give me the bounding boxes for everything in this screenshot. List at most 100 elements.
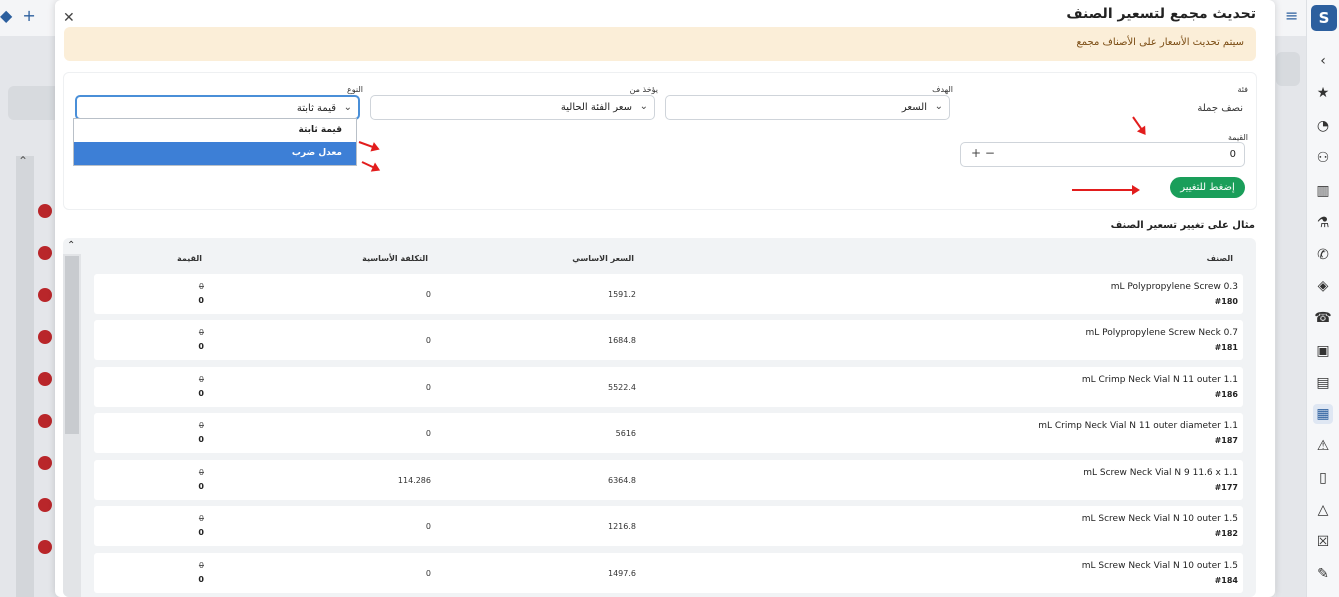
- item-name: mL Screw Neck Vial N 10 outer 1.5: [1081, 561, 1238, 571]
- type-select-value: قيمة ثابتة: [296, 103, 336, 114]
- flask-icon[interactable]: ⚗: [1313, 213, 1333, 233]
- annotation-arrow: [1072, 185, 1140, 195]
- new-value: 0: [198, 482, 204, 491]
- status-dot: [38, 540, 52, 554]
- star-icon[interactable]: ★: [1313, 83, 1333, 103]
- table-row: mL Screw Neck Vial N 9 11.6 x 1.1 #177 636…: [94, 460, 1243, 500]
- background-right-panel: [1276, 36, 1306, 597]
- modal-title: تحديث مجمع لتسعير الصنف: [1066, 6, 1256, 22]
- old-value: 0: [198, 468, 204, 477]
- status-dot: [38, 288, 52, 302]
- type-option-selected[interactable]: معدل ضرب: [74, 142, 356, 165]
- status-dot: [38, 414, 52, 428]
- telephone-icon[interactable]: ☎: [1313, 308, 1333, 328]
- warning-icon[interactable]: ⚠: [1313, 436, 1333, 456]
- item-name: mL Polypropylene Screw 0.3: [1110, 282, 1238, 292]
- item-name: mL Polypropylene Screw Neck 0.7: [1085, 328, 1238, 338]
- type-dropdown-menu: قيمة ثابتة معدل ضرب: [73, 118, 357, 166]
- briefcase-icon[interactable]: ▤: [1313, 373, 1333, 393]
- device-icon[interactable]: ▯: [1313, 468, 1333, 488]
- bulk-pricing-modal: تحديث مجمع لتسعير الصنف ✕ سيتم تحديث الأ…: [55, 0, 1275, 597]
- background-tile: [8, 86, 60, 120]
- chevron-up-icon[interactable]: ⌃: [18, 154, 28, 168]
- base-cost: 114.286: [397, 476, 431, 485]
- base-price: 1497.6: [608, 569, 636, 578]
- base-cost: 0: [425, 290, 431, 299]
- mountain-icon[interactable]: △: [1313, 500, 1333, 520]
- scrollbar-thumb[interactable]: [65, 256, 79, 434]
- source-label: يؤخذ من: [629, 85, 658, 94]
- base-price: 1684.8: [608, 336, 636, 345]
- example-section-title: مثال على تغيير تسعير الصنف: [1110, 220, 1255, 231]
- status-dot: [38, 456, 52, 470]
- target-select[interactable]: السعر ⌄: [665, 95, 950, 120]
- item-name: mL Crimp Neck Vial N 11 outer 1.1: [1081, 375, 1238, 385]
- status-dot: [38, 498, 52, 512]
- calendar-x-icon[interactable]: ☒: [1313, 532, 1333, 552]
- table-row: mL Crimp Neck Vial N 11 outer 1.1 #186 552…: [94, 367, 1243, 407]
- status-dot: [38, 372, 52, 386]
- item-name: mL Screw Neck Vial N 9 11.6 x 1.1: [1083, 468, 1238, 478]
- base-price: 5616: [615, 429, 636, 438]
- calendar-check-icon[interactable]: ▣: [1313, 341, 1333, 361]
- table-row: mL Crimp Neck Vial N 11 outer diameter 1…: [94, 413, 1243, 453]
- item-code: #177: [1214, 483, 1238, 492]
- apply-change-button[interactable]: إضغط للتغيير: [1170, 177, 1245, 198]
- cash-icon[interactable]: ▦: [1313, 404, 1333, 424]
- example-table: ⌃ الصنف السعر الاساسي التكلفة الأساسية ا…: [63, 238, 1256, 597]
- new-value: 0: [198, 389, 204, 398]
- type-label: النوع: [347, 85, 363, 94]
- status-dot: [38, 204, 52, 218]
- new-value: 0: [198, 296, 204, 305]
- status-dot: [38, 330, 52, 344]
- source-select[interactable]: سعر الفئة الحالية ⌄: [370, 95, 655, 120]
- header-base-price: السعر الاساسي: [572, 254, 634, 263]
- base-price: 6364.8: [608, 476, 636, 485]
- table-row: mL Screw Neck Vial N 10 outer 1.5 #184 149…: [94, 553, 1243, 593]
- old-value: 0: [198, 514, 204, 523]
- table-row: mL Polypropylene Screw Neck 0.7 #181 1684.…: [94, 320, 1243, 360]
- item-code: #184: [1214, 576, 1238, 585]
- old-value: 0: [198, 561, 204, 570]
- item-code: #181: [1214, 343, 1238, 352]
- table-row: mL Polypropylene Screw 0.3 #180 1591.2 0 0 0: [94, 274, 1243, 314]
- base-cost: 0: [425, 522, 431, 531]
- hamburger-icon[interactable]: ≡: [1285, 6, 1298, 25]
- new-value: 0: [198, 575, 204, 584]
- plus-minus-icon[interactable]: + −: [971, 146, 995, 160]
- edit-icon[interactable]: ✎: [1313, 564, 1333, 584]
- header-item: الصنف: [1206, 254, 1233, 263]
- base-cost: 0: [425, 569, 431, 578]
- close-icon[interactable]: ✕: [63, 10, 75, 26]
- background-list: ⌃: [0, 36, 60, 597]
- info-alert: سيتم تحديث الأسعار على الأصناف مجمع: [64, 27, 1256, 61]
- gauge-icon[interactable]: ◔: [1313, 116, 1333, 136]
- new-value: 0: [198, 528, 204, 537]
- amount-input[interactable]: 0: [1230, 149, 1236, 160]
- brand-small-icon[interactable]: ◆: [0, 6, 12, 25]
- brand-logo[interactable]: S: [1311, 5, 1337, 31]
- type-select[interactable]: قيمة ثابتة ⌄: [75, 95, 360, 120]
- table-scrollbar[interactable]: [63, 254, 81, 597]
- status-dot: [38, 246, 52, 260]
- phone-icon[interactable]: ✆: [1313, 245, 1333, 265]
- item-name: mL Screw Neck Vial N 10 outer 1.5: [1081, 514, 1238, 524]
- target-select-value: السعر: [901, 102, 927, 113]
- chevron-left-icon[interactable]: ‹: [1313, 51, 1333, 71]
- chevron-down-icon: ⌄: [343, 102, 352, 113]
- chevron-up-icon[interactable]: ⌃: [67, 240, 75, 251]
- amount-stepper[interactable]: 0 + −: [960, 142, 1245, 167]
- background-scrollbar[interactable]: [16, 156, 34, 597]
- location-icon[interactable]: ◈: [1313, 276, 1333, 296]
- building-icon[interactable]: ▥: [1313, 181, 1333, 201]
- old-value: 0: [198, 328, 204, 337]
- category-label: فئة: [1237, 85, 1248, 94]
- users-icon[interactable]: ⚇: [1313, 148, 1333, 168]
- type-option[interactable]: قيمة ثابتة: [74, 119, 356, 142]
- right-sidebar-rail: S ‹ ★ ◔ ⚇ ▥ ⚗ ✆ ◈ ☎ ▣ ▤ ▦ ⚠ ▯ △ ☒ ✎: [1306, 0, 1339, 597]
- add-icon[interactable]: +: [22, 6, 35, 25]
- background-tile: [1276, 52, 1300, 86]
- base-cost: 0: [425, 429, 431, 438]
- alert-text: سيتم تحديث الأسعار على الأصناف مجمع: [1076, 37, 1244, 48]
- item-code: #182: [1214, 529, 1238, 538]
